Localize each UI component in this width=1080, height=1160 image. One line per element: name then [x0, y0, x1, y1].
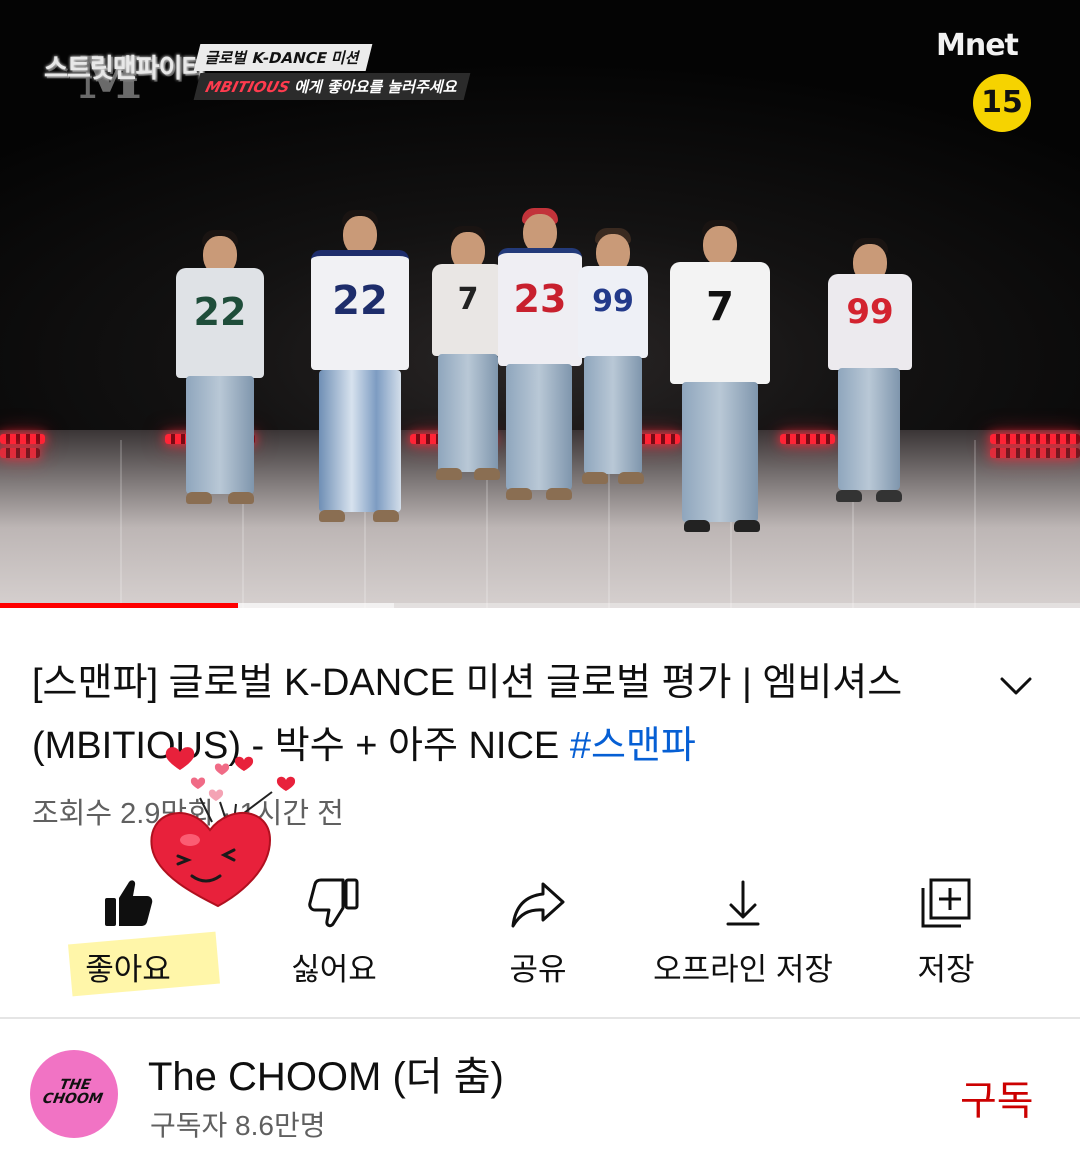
jersey-number: 7 — [706, 284, 734, 330]
dislike-label: 싫어요 — [291, 952, 377, 987]
share-label: 공유 — [509, 952, 567, 987]
dancer-figure: 23 — [496, 208, 584, 508]
hashtag-link[interactable]: #스맨파 — [570, 725, 696, 767]
show-logo: 스트릿맨파이터 — [44, 54, 205, 84]
thumbs-down-icon — [308, 878, 359, 928]
channel-avatar[interactable]: THE CHOOM — [30, 1050, 118, 1138]
avatar-logo-text: THE CHOOM — [41, 1077, 105, 1107]
share-icon — [511, 882, 565, 928]
download-button[interactable]: 오프라인 저장 — [612, 862, 874, 1002]
jersey-number: 23 — [513, 277, 567, 321]
dancer-figure: 99 — [576, 228, 650, 490]
playlist-add-icon — [921, 878, 971, 928]
chevron-down-icon — [1000, 677, 1032, 695]
caption-line-2-text: 에게 좋아요를 눌러주세요 — [293, 78, 460, 96]
download-label: 오프라인 저장 — [653, 952, 833, 987]
dancer-figure: 99 — [826, 238, 914, 508]
section-divider — [0, 1017, 1080, 1019]
save-label: 저장 — [917, 952, 975, 987]
subscriber-count: 구독자 8.6만명 — [150, 1110, 326, 1141]
stage-led-strip — [990, 434, 1080, 444]
progress-played — [0, 603, 238, 608]
jersey-number: 22 — [332, 278, 388, 324]
like-label: 좋아요 — [85, 952, 171, 987]
dancer-figure: 22 — [305, 210, 415, 530]
video-player[interactable]: 22 22 7 23 99 7 99 M 스트릿맨파이터 글로벌 K-DANCE… — [0, 0, 1080, 608]
caption-line-1: 글로벌 K-DANCE 미션 — [193, 44, 373, 71]
stage-led-strip — [0, 434, 45, 444]
heart-sticker — [150, 747, 296, 908]
dancer-figure: 7 — [430, 226, 506, 486]
network-logo: Mnet — [936, 28, 1019, 63]
dancer-figure: 22 — [172, 230, 268, 510]
dancer-figure: 7 — [664, 220, 776, 540]
caption-line-2: MBITIOUS 에게 좋아요를 눌러주세요 — [193, 73, 471, 100]
age-rating-badge: 15 — [973, 74, 1031, 132]
expand-description-button[interactable] — [994, 664, 1038, 708]
stage-led-strip — [990, 448, 1080, 458]
subscribe-button[interactable]: 구독 — [960, 1068, 1034, 1126]
stage-led-strip — [0, 448, 40, 458]
jersey-number: 99 — [592, 284, 634, 319]
jersey-number: 99 — [846, 292, 894, 332]
caption-brand: MBITIOUS — [203, 78, 292, 96]
download-icon — [726, 880, 760, 926]
jersey-number: 7 — [457, 282, 479, 317]
share-button[interactable]: 공유 — [438, 862, 638, 1002]
broadcast-caption: 글로벌 K-DANCE 미션 MBITIOUS 에게 좋아요를 눌러주세요 — [193, 44, 471, 100]
channel-name[interactable]: The CHOOM (더 춤) — [148, 1044, 504, 1102]
progress-bar[interactable] — [0, 603, 1080, 608]
jersey-number: 22 — [193, 290, 247, 334]
save-button[interactable]: 저장 — [846, 862, 1046, 1002]
